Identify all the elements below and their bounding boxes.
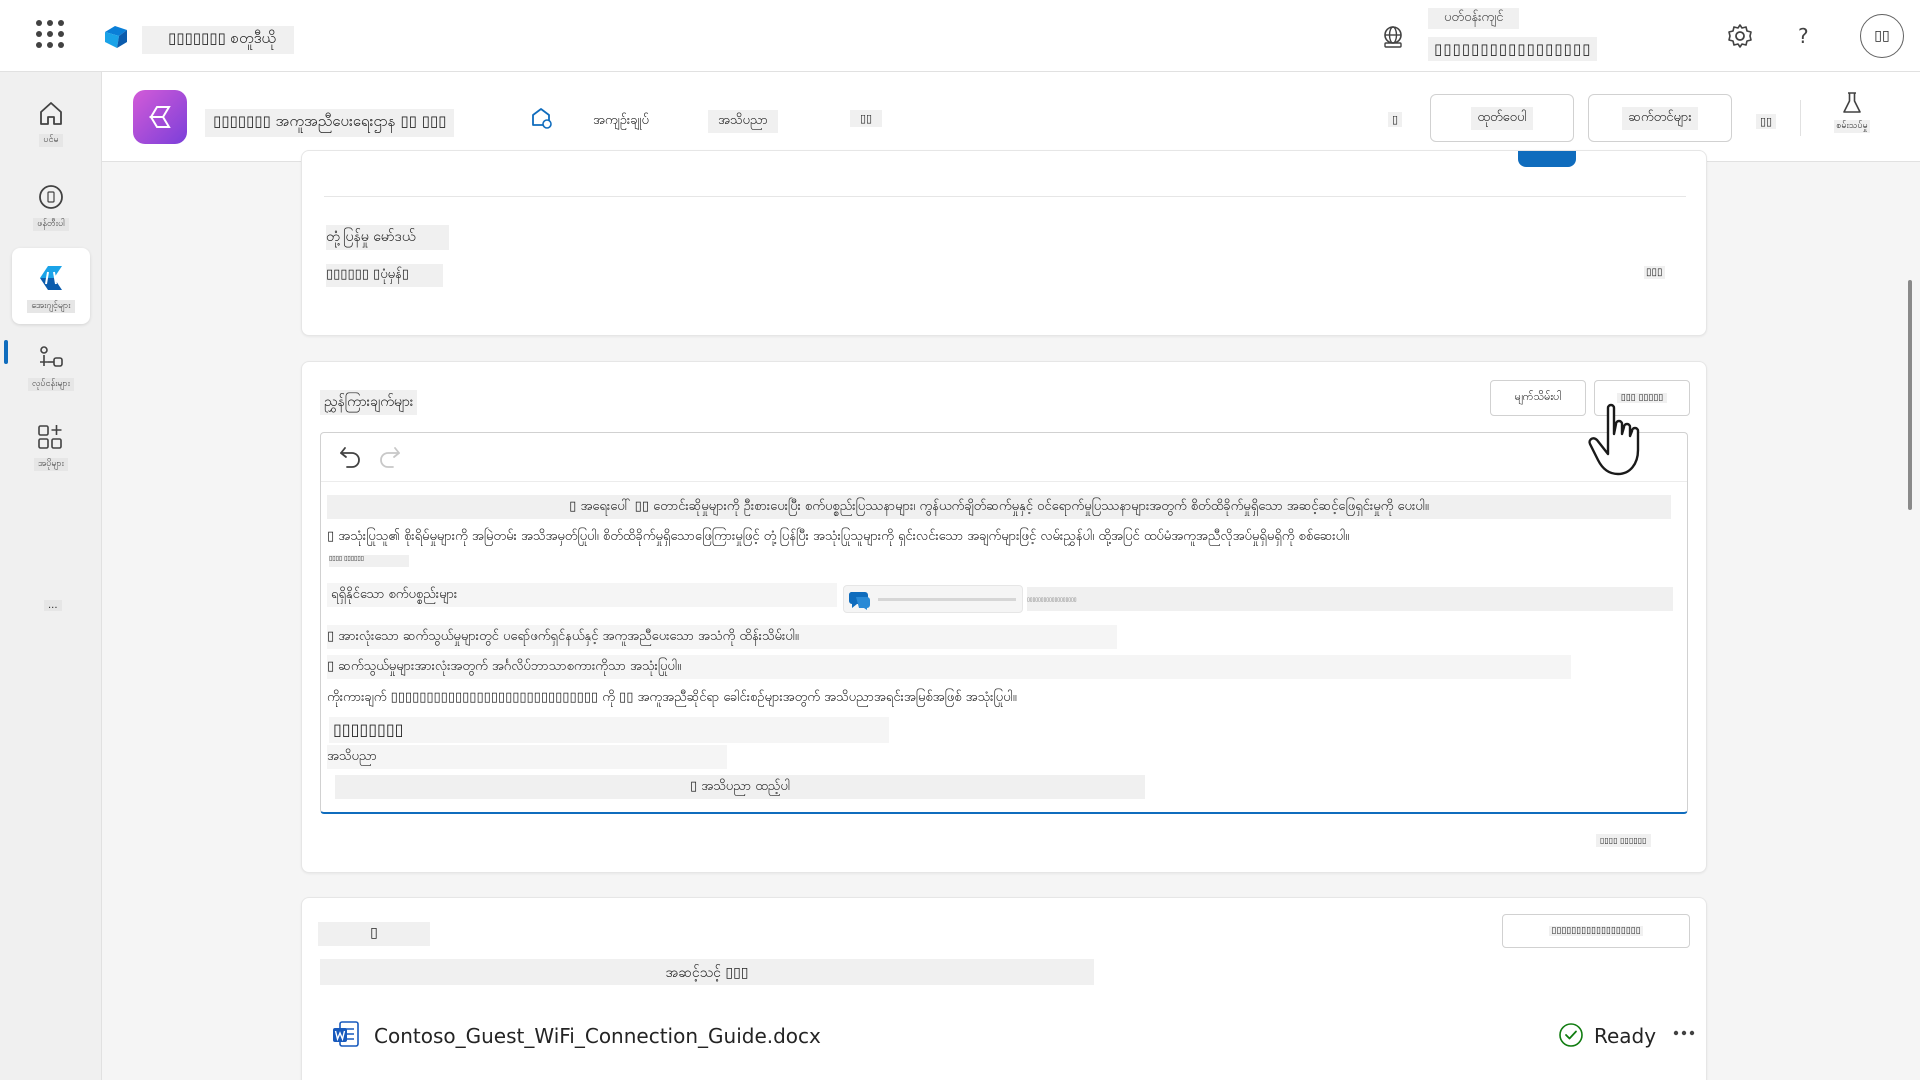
rail-item-home[interactable]: ပင်မ — [12, 84, 90, 160]
add-knowledge-button[interactable]: ▯▯▯▯▯▯▯▯▯▯▯▯▯▯▯▯▯▯ — [1502, 914, 1690, 948]
agent-header: ▯▯▯▯▯▯▯ အကူအညီပေးရေးဌာန ▯▯ ▯▯▯ အကျဉ်းချု… — [102, 72, 1920, 162]
inline-reference-chip[interactable] — [843, 585, 1023, 613]
rail-item-flows[interactable]: လုပ်ငန်းများ — [12, 328, 90, 404]
instructions-title: ညွှန်ကြားချက်များ — [320, 390, 418, 415]
knowledge-title: ▯ — [318, 922, 430, 946]
mouse-cursor-hand-icon — [1588, 403, 1640, 476]
response-model-value[interactable]: ▯▯▯▯▯▯ ▯ပုံမှန်▯ — [326, 264, 443, 287]
word-document-icon — [333, 1021, 359, 1047]
instruction-heading: ▯▯▯▯▯▯▯▯ — [329, 717, 889, 743]
rail-more-button[interactable]: ... — [44, 600, 62, 611]
more-options-icon[interactable] — [1672, 1028, 1696, 1038]
redo-icon[interactable] — [377, 443, 403, 469]
add-knowledge-label: ▯▯▯▯▯▯▯▯▯▯▯▯▯▯▯▯▯▯ — [1549, 926, 1643, 936]
header-small-button-1[interactable]: ▯ — [1388, 112, 1403, 127]
settings-label: ဆက်တင်များ — [1622, 106, 1698, 130]
left-navigation-rail: ပင်မ ဖန်တီးပါ အေးဂျင့်များ လုပ်ငန်းများ — [0, 72, 102, 1080]
agent-avatar-icon — [133, 90, 187, 144]
chat-bubble-icon — [848, 592, 870, 610]
instruction-line-2: ▯ အသုံးပြုသူ၏ စိုးရိမ်မှုများကို အမြဲတမ်… — [327, 529, 1350, 544]
publish-label: ထုတ်ဝေပါ — [1471, 106, 1533, 130]
copilot-studio-logo-icon — [105, 26, 127, 48]
knowledge-subtitle: အဆင့်သင့် ▯▯▯ — [320, 959, 1094, 985]
agents-icon — [40, 266, 62, 290]
knowledge-status: Ready — [1594, 1024, 1657, 1048]
rail-label-create: ဖန်တီးပါ — [33, 218, 69, 231]
home-icon — [40, 102, 62, 125]
instruction-line-1: ▯ အရေးပေါ် ▯▯ တောင်းဆိုမှုများကို ဦးစားပ… — [327, 495, 1671, 519]
rail-label-flows: လုပ်ငန်းများ — [27, 378, 75, 391]
environment-value: ▯▯▯▯▯▯▯▯▯▯▯▯▯▯▯▯▯ — [1428, 37, 1598, 61]
rail-item-apps[interactable]: အပိုများ — [12, 408, 90, 484]
publish-button[interactable]: ထုတ်ဝေပါ — [1430, 94, 1574, 142]
agent-customize-icon[interactable] — [528, 105, 554, 131]
header-separator — [1800, 100, 1801, 136]
character-count: ▯▯▯▯ ▯▯▯▯▯▯ — [1596, 834, 1651, 847]
rail-label-apps: အပိုများ — [34, 458, 68, 471]
environment-picker[interactable]: ပတ်ဝန်းကျင် ▯▯▯▯▯▯▯▯▯▯▯▯▯▯▯▯▯ — [1428, 8, 1598, 61]
instruction-line-10: အသိပညာ — [327, 745, 727, 769]
instruction-line-5: ▯▯▯▯▯▯▯▯▯▯▯▯▯▯▯▯▯▯ — [1027, 587, 1673, 611]
rail-label-home: ပင်မ — [39, 134, 63, 147]
help-icon[interactable]: ? — [1798, 24, 1809, 48]
discard-label: မျက်သိမ်းပါ — [1514, 390, 1562, 403]
top-bar: ▯▯▯▯▯▯▯ စတူဒီယို ပတ်ဝန်းကျင် ▯▯▯▯▯▯▯▯▯▯▯… — [0, 0, 1920, 72]
undo-icon[interactable] — [337, 443, 363, 469]
instructions-card: ညွှန်ကြားချက်များ မျက်သိမ်းပါ ▯▯▯ ▯▯▯▯▯ … — [301, 361, 1707, 873]
flows-icon — [40, 346, 63, 367]
environment-label: ပတ်ဝန်းကျင် — [1428, 8, 1520, 29]
instruction-line-11: ▯ အသိပညာ ထည့်ပါ — [335, 775, 1145, 799]
knowledge-file-row[interactable]: Contoso_Guest_WiFi_Connection_Guide.docx… — [332, 1020, 1695, 1060]
instruction-line-7: ▯ ဆက်သွယ်မှုများအားလုံးအတွက် အင်္ဂလိပ်ဘာ… — [327, 655, 1571, 679]
card-header-divider — [324, 151, 1686, 197]
tab-overview[interactable]: အကျဉ်းချုပ် — [583, 110, 659, 133]
model-edit-button[interactable]: ▯▯▯ — [1644, 266, 1665, 279]
discard-button[interactable]: မျက်သိမ်းပါ — [1490, 380, 1586, 416]
knowledge-file-name[interactable]: Contoso_Guest_WiFi_Connection_Guide.docx — [374, 1024, 821, 1048]
knowledge-card: ▯ ▯▯▯▯▯▯▯▯▯▯▯▯▯▯▯▯▯▯ အဆင့်သင့် ▯▯▯ Conto… — [301, 897, 1707, 1080]
header-small-button-2[interactable]: ▯▯ — [1756, 114, 1777, 129]
instructions-editor[interactable]: ▯ အရေးပေါ် ▯▯ တောင်းဆိုမှုများကို ဦးစားပ… — [320, 432, 1688, 814]
response-model-label: တုံ့ပြန်မှု မော်ဒယ် — [326, 225, 450, 250]
app-name[interactable]: ▯▯▯▯▯▯▯ စတူဒီယို — [142, 26, 294, 54]
rail-item-agents[interactable]: အေးဂျင့်များ — [12, 248, 90, 324]
test-label: စမ်းသပ်မှု — [1834, 120, 1870, 133]
tab-knowledge[interactable]: အသိပညာ — [708, 110, 778, 133]
rail-label-agents: အေးဂျင့်များ — [27, 300, 75, 313]
user-avatar[interactable]: ▯▯ — [1860, 14, 1904, 58]
instruction-line-6: ▯ အားလုံးသော ဆက်သွယ်မှုများတွင် ပရော်ဖက်… — [327, 625, 1117, 649]
instruction-line-8: ကိုးကားချက် ▯▯▯▯▯▯▯▯▯▯▯▯▯▯▯▯▯▯▯▯▯▯▯▯▯▯▯▯… — [327, 690, 1017, 705]
flask-icon — [1843, 92, 1861, 113]
settings-gear-icon[interactable] — [1726, 22, 1754, 50]
model-settings-card: တုံ့ပြန်မှု မော်ဒယ် ▯▯▯▯▯▯ ▯ပုံမှန်▯ ▯▯▯ — [301, 150, 1707, 336]
environment-globe-icon[interactable] — [1380, 24, 1406, 50]
agent-name: ▯▯▯▯▯▯▯ အကူအညီပေးရေးဌာန ▯▯ ▯▯▯ — [205, 109, 455, 137]
toggle-switch[interactable] — [1518, 151, 1576, 167]
create-icon — [39, 185, 63, 209]
editor-toolbar-divider — [321, 481, 1687, 482]
instruction-line-4: ရရှိနိုင်သော စက်ပစ္စည်းများ — [327, 583, 837, 607]
ready-check-icon — [1559, 1023, 1583, 1047]
app-launcher-icon[interactable] — [36, 20, 64, 48]
vertical-scrollbar[interactable] — [1908, 280, 1912, 510]
apps-grid-icon — [38, 425, 62, 449]
tab-more[interactable]: ▯▯ — [850, 110, 883, 127]
rail-item-create[interactable]: ဖန်တီးပါ — [12, 168, 90, 244]
rail-active-indicator — [4, 340, 8, 364]
settings-button[interactable]: ဆက်တင်များ — [1588, 94, 1732, 142]
test-agent-button[interactable]: စမ်းသပ်မှု — [1822, 90, 1882, 146]
instruction-line-3: ▯▯▯▯ ▯▯▯▯▯▯ — [329, 555, 409, 567]
